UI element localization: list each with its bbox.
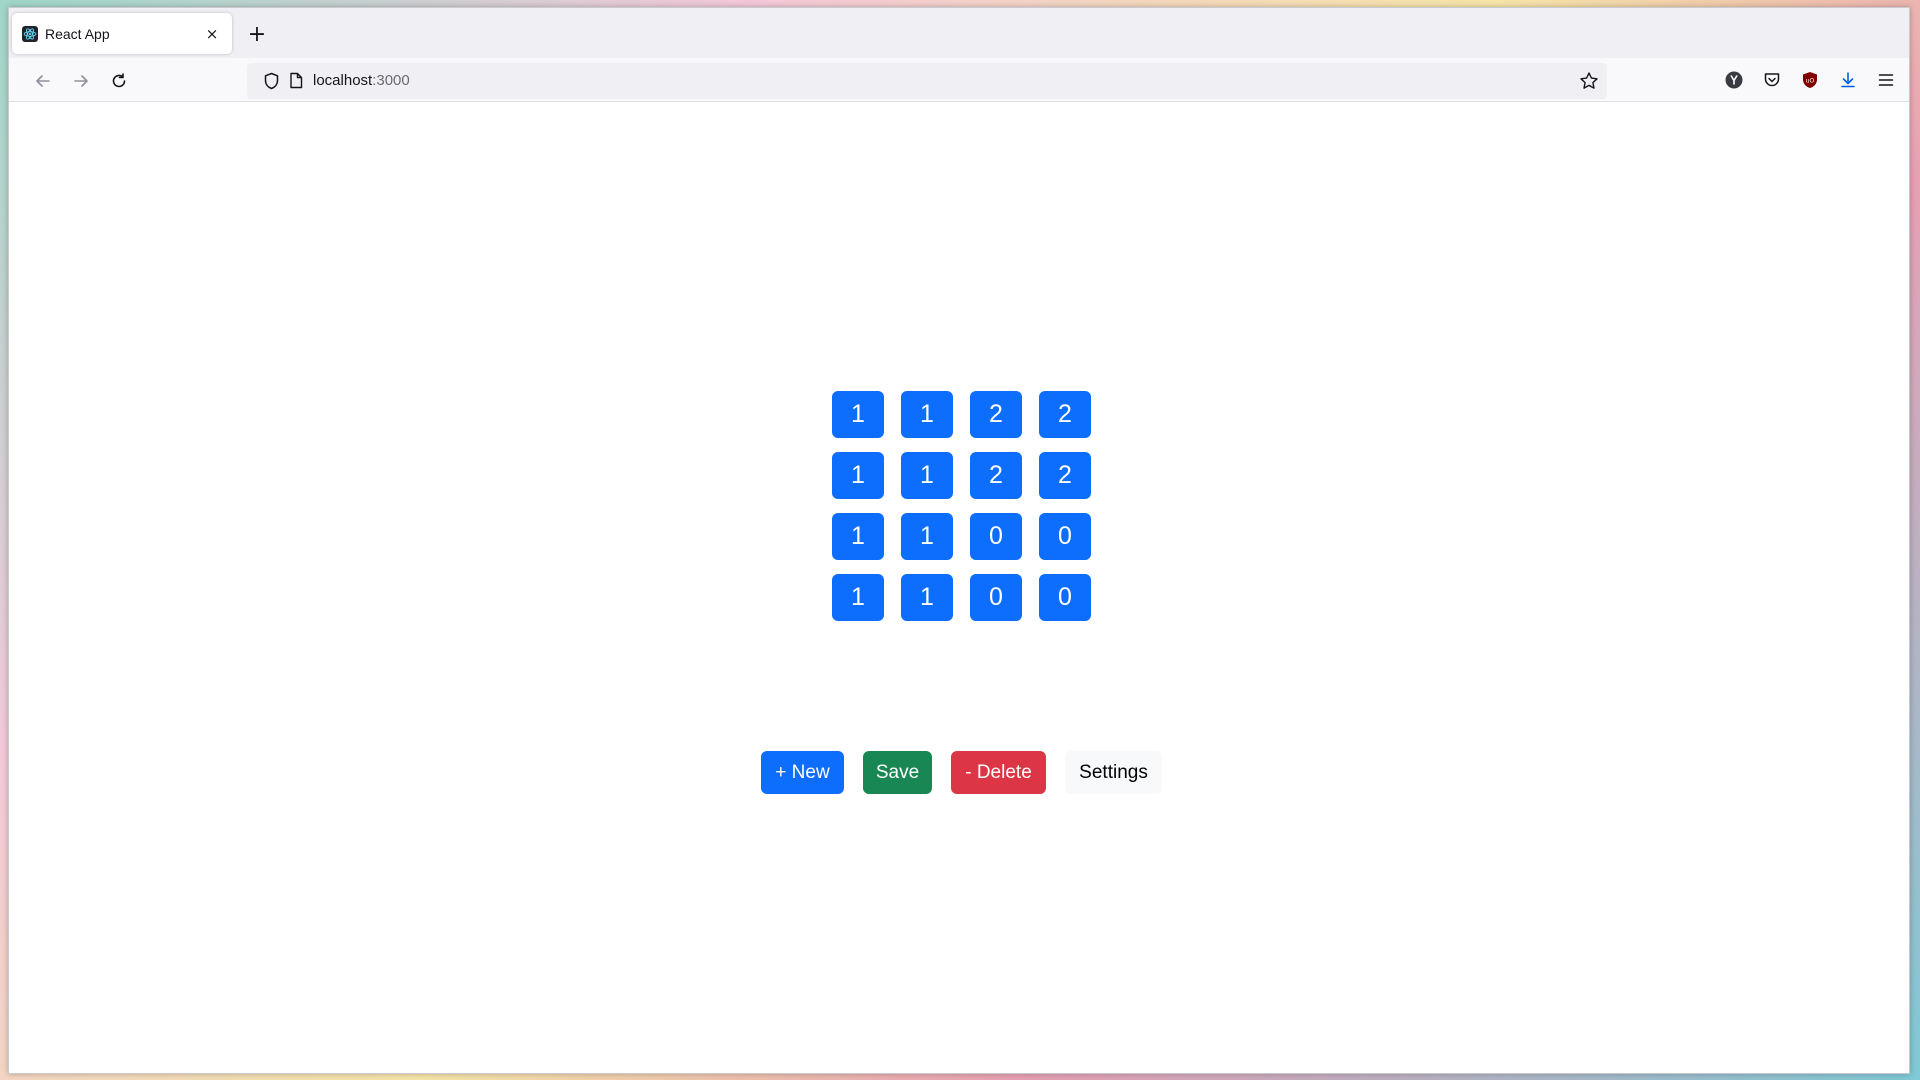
new-button[interactable]: + New bbox=[761, 751, 844, 794]
yandex-icon[interactable] bbox=[1722, 68, 1746, 92]
forward-icon[interactable] bbox=[66, 66, 96, 96]
grid-cell[interactable]: 1 bbox=[901, 452, 953, 499]
grid-cell[interactable]: 1 bbox=[901, 513, 953, 560]
grid-cell[interactable]: 1 bbox=[832, 574, 884, 621]
url-bar[interactable]: localhost:3000 bbox=[247, 63, 1607, 99]
tab-title: React App bbox=[45, 25, 110, 42]
grid-cell[interactable]: 1 bbox=[901, 391, 953, 438]
page-content: 1 1 2 2 1 1 2 2 1 1 0 0 1 1 0 0 + New Sa… bbox=[9, 103, 1909, 1073]
url-host: localhost bbox=[313, 72, 373, 89]
grid-cell[interactable]: 0 bbox=[1039, 574, 1091, 621]
nav-bar: localhost:3000 uO bbox=[9, 58, 1909, 102]
grid-cell[interactable]: 1 bbox=[832, 513, 884, 560]
tab-strip: React App × + bbox=[9, 8, 1909, 58]
grid-cell[interactable]: 0 bbox=[970, 513, 1022, 560]
grid-cell[interactable]: 2 bbox=[970, 452, 1022, 499]
save-button[interactable]: Save bbox=[863, 751, 932, 794]
shield-icon[interactable] bbox=[263, 72, 280, 94]
react-favicon-icon bbox=[22, 25, 38, 42]
reload-icon[interactable] bbox=[104, 66, 134, 96]
settings-button[interactable]: Settings bbox=[1065, 751, 1162, 794]
tab-close-icon[interactable]: × bbox=[202, 25, 222, 43]
grid-cell[interactable]: 1 bbox=[901, 574, 953, 621]
download-icon[interactable] bbox=[1836, 68, 1860, 92]
delete-button[interactable]: - Delete bbox=[951, 751, 1046, 794]
tab-react-app[interactable]: React App × bbox=[12, 13, 232, 54]
grid-cell[interactable]: 0 bbox=[1039, 513, 1091, 560]
new-tab-button[interactable]: + bbox=[245, 24, 269, 48]
pocket-icon[interactable] bbox=[1760, 68, 1784, 92]
bookmark-star-icon[interactable] bbox=[1579, 71, 1599, 95]
action-bar: + New Save - Delete Settings bbox=[761, 751, 1162, 794]
url-text[interactable]: localhost:3000 bbox=[313, 72, 410, 89]
grid-cell[interactable]: 2 bbox=[1039, 452, 1091, 499]
page-icon[interactable] bbox=[289, 72, 303, 93]
grid-cell[interactable]: 0 bbox=[970, 574, 1022, 621]
grid-cell[interactable]: 2 bbox=[1039, 391, 1091, 438]
svg-text:uO: uO bbox=[1806, 78, 1815, 85]
menu-icon[interactable] bbox=[1874, 68, 1898, 92]
grid-cell[interactable]: 1 bbox=[832, 391, 884, 438]
browser-window: React App × + localhost:3000 uO 1 1 2 2 … bbox=[8, 7, 1910, 1074]
back-icon[interactable] bbox=[28, 66, 58, 96]
grid-cell[interactable]: 2 bbox=[970, 391, 1022, 438]
grid-cell[interactable]: 1 bbox=[832, 452, 884, 499]
url-port: :3000 bbox=[372, 72, 410, 89]
ublock-icon[interactable]: uO bbox=[1798, 68, 1822, 92]
number-grid: 1 1 2 2 1 1 2 2 1 1 0 0 1 1 0 0 bbox=[832, 391, 1091, 621]
